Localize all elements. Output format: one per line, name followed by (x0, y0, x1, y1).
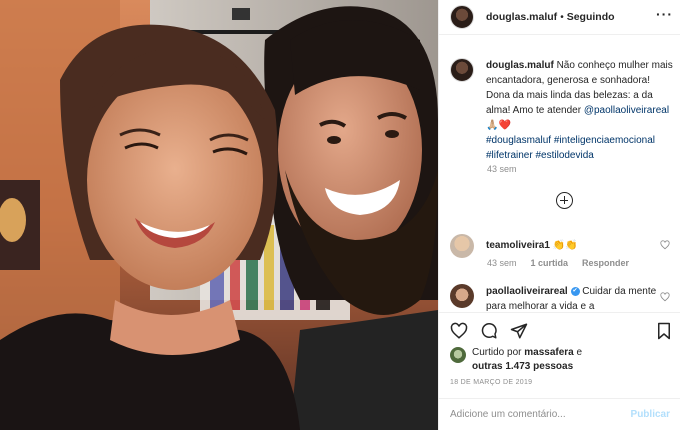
following-button[interactable]: Seguindo (567, 11, 615, 23)
comment-input[interactable] (450, 409, 620, 420)
caption-text: douglas.maluf Não conheço mulher mais en… (486, 58, 675, 163)
like-heart-icon[interactable] (450, 322, 468, 340)
author-avatar[interactable] (450, 5, 474, 29)
comment-username[interactable]: paollaoliveirareal (486, 286, 568, 297)
actions-divider (439, 312, 680, 313)
like-comment-heart-icon[interactable] (660, 292, 670, 302)
caption-emoji: 🙏🏼❤️ (486, 120, 511, 131)
post-photo[interactable] (0, 0, 438, 430)
comment-text: paollaoliveirareal ✔ Cuidar da mente par… (486, 284, 661, 314)
likes-summary: Curtido por massafera e outras 1.473 pes… (450, 346, 582, 374)
post-side-panel: douglas.maluf • Seguindo ··· douglas.mal… (438, 0, 680, 430)
caption-mention[interactable]: @paollaoliveirareal (584, 105, 669, 116)
liker-avatar[interactable] (450, 347, 466, 363)
comment-text: teamoliveira1 👏👏 (486, 234, 661, 258)
caption-time[interactable]: 43 sem (487, 164, 517, 174)
post-date[interactable]: 18 DE MARÇO DE 2019 (450, 379, 532, 386)
plus-circle-icon[interactable] (556, 192, 573, 209)
likes-text: Curtido por massafera e outras 1.473 pes… (472, 346, 582, 374)
comment-form: Publicar (439, 398, 680, 430)
comment-avatar[interactable] (450, 234, 474, 258)
share-paper-plane-icon[interactable] (510, 322, 528, 340)
liker-username[interactable]: massafera (524, 347, 573, 358)
verified-badge-icon: ✔ (570, 286, 580, 296)
author-username[interactable]: douglas.maluf (486, 11, 557, 23)
more-horizontal-icon[interactable]: ··· (656, 7, 673, 21)
comment-time[interactable]: 43 sem (487, 258, 517, 268)
like-comment-heart-icon[interactable] (660, 240, 670, 250)
caption-hashtags[interactable]: #douglasmaluf #inteligenciaemocional #li… (486, 135, 655, 161)
likes-middle: e (573, 347, 583, 358)
reply-button[interactable]: Responder (582, 258, 629, 268)
comment-bubble-icon[interactable] (480, 322, 498, 340)
comment-item: paollaoliveirareal ✔ Cuidar da mente par… (450, 284, 675, 314)
comment-likes[interactable]: 1 curtida (531, 258, 569, 268)
post-header: douglas.maluf • Seguindo ··· (439, 0, 680, 35)
publish-button[interactable]: Publicar (631, 409, 670, 420)
comment-avatar[interactable] (450, 284, 474, 308)
save-bookmark-icon[interactable] (656, 322, 672, 340)
comment-item: teamoliveira1 👏👏 (450, 234, 675, 258)
caption-username[interactable]: douglas.maluf (486, 60, 554, 71)
instagram-post: douglas.maluf • Seguindo ··· douglas.mal… (0, 0, 680, 430)
post-actions (450, 322, 528, 340)
likes-others[interactable]: outras 1.473 pessoas (472, 361, 573, 372)
separator-dot: • (560, 11, 564, 23)
likes-prefix: Curtido por (472, 347, 525, 358)
comment-meta: 43 sem 1 curtida Responder (487, 258, 629, 268)
post-caption: douglas.maluf Não conheço mulher mais en… (450, 58, 675, 163)
comment-username[interactable]: teamoliveira1 (486, 240, 550, 251)
selfie-image (0, 0, 438, 430)
caption-avatar[interactable] (450, 58, 474, 82)
comment-body: 👏👏 (549, 240, 578, 251)
